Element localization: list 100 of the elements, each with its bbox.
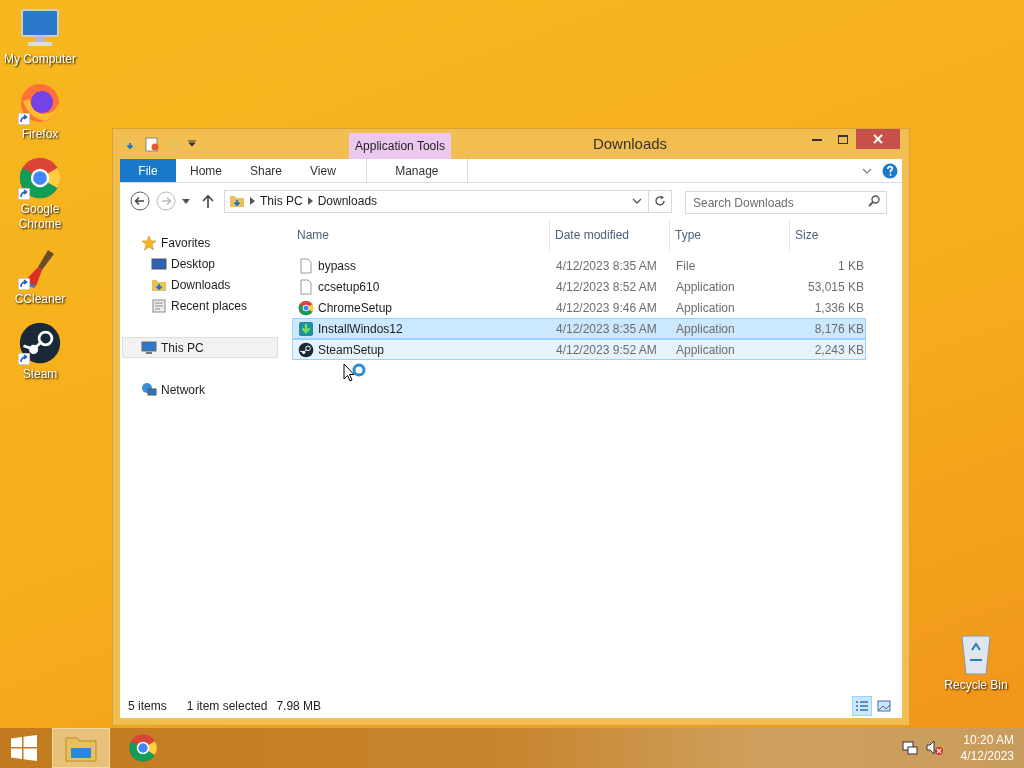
ribbon-tab[interactable]: Share: [236, 159, 297, 182]
date-cell-text: 4/12/2023 9:52 AM: [555, 341, 658, 359]
chrome-icon: [298, 299, 314, 316]
ribbon-tab[interactable]: Home: [176, 159, 236, 182]
date-cell-text: 4/12/2023 8:35 AM: [555, 320, 658, 338]
nav-label: Desktop: [171, 255, 216, 273]
file-row[interactable]: InstallWindos12 4/12/2023 8:35 AM Application 8,176 KB: [292, 318, 866, 339]
type-cell-text: Application: [675, 299, 736, 317]
type-cell-text: File: [675, 257, 697, 275]
download-folder-icon: [229, 193, 245, 209]
maximize-icon: [838, 134, 848, 144]
image-view-icon: [877, 700, 891, 712]
close-button[interactable]: [856, 129, 900, 149]
dropdown-icon[interactable]: [188, 140, 196, 148]
file-row[interactable]: ChromeSetup 4/12/2023 9:46 AM Application 1,336 KB: [292, 297, 866, 318]
network-icon: [141, 381, 157, 398]
nav-label: This PC: [161, 339, 204, 357]
ribbon-tab[interactable]: Manage: [365, 159, 468, 182]
folder-icon: [65, 734, 97, 762]
size-cell-text: 53,015 KB: [806, 278, 865, 296]
size-cell-text: 8,176 KB: [813, 320, 865, 338]
selection-size: 7.98 MB: [276, 698, 322, 715]
breadcrumb-arrow-icon[interactable]: [307, 197, 313, 205]
size-cell-text: 1,336 KB: [813, 299, 865, 317]
nav-label: Downloads: [171, 276, 231, 294]
file-row[interactable]: bypass 4/12/2023 8:35 AM File 1 KB: [292, 255, 866, 276]
steam-icon: [298, 341, 314, 358]
file-name: SteamSetup: [318, 341, 385, 359]
size-cell-text: 2,243 KB: [813, 341, 865, 359]
shortcut-arrow-icon: [18, 278, 30, 290]
nav-item[interactable]: This PC: [122, 337, 278, 358]
type-cell-text: Application: [675, 278, 736, 296]
dropdown-icon[interactable]: [182, 198, 190, 204]
breadcrumb[interactable]: This PC: [260, 192, 303, 210]
nav-item[interactable]: Downloads: [122, 274, 278, 295]
view-button[interactable]: [852, 696, 872, 716]
network-icon[interactable]: [902, 740, 918, 756]
file-name: ChromeSetup: [318, 299, 393, 317]
file-name: InstallWindos12: [318, 320, 403, 338]
column-header[interactable]: Date modified: [550, 219, 670, 251]
recycle-bin-icon: [958, 632, 994, 676]
nav-item[interactable]: Favorites: [122, 232, 278, 253]
shortcut-arrow-icon: [18, 113, 30, 125]
taskbar-app[interactable]: [52, 728, 110, 768]
refresh-icon[interactable]: [654, 195, 666, 207]
download-arrow-icon: [298, 320, 314, 337]
column-header[interactable]: Name: [292, 219, 550, 251]
chevron-down-icon[interactable]: [862, 167, 872, 174]
folder-icon: [122, 136, 138, 152]
desktop-icon: [151, 255, 167, 272]
breadcrumb-arrow-icon[interactable]: [250, 197, 255, 205]
shortcut-arrow-icon: [18, 353, 30, 365]
file-row[interactable]: SteamSetup 4/12/2023 9:52 AM Application 2,243 KB: [292, 339, 866, 360]
search-icon: [868, 194, 880, 207]
column-header[interactable]: Size: [790, 219, 866, 251]
recent-places-icon: [151, 297, 167, 314]
busy-cursor-icon: [343, 363, 367, 385]
windows-logo-icon: [11, 735, 37, 761]
blank-file-icon: [298, 278, 314, 295]
chevron-down-icon[interactable]: [632, 198, 642, 204]
address-bar[interactable]: This PC Downloads: [224, 189, 672, 213]
nav-label: Recent places: [171, 297, 248, 315]
search-field[interactable]: Search Downloads: [685, 191, 887, 214]
selection-status: 1 item selected: [186, 698, 268, 715]
breadcrumb[interactable]: Downloads: [317, 192, 378, 210]
minimize-icon: [812, 137, 822, 141]
type-cell-text: Application: [675, 341, 736, 359]
context-tab-header: Application Tools: [349, 133, 451, 159]
chrome-icon: [128, 733, 158, 763]
ribbon-tab[interactable]: File: [120, 159, 176, 182]
help-icon[interactable]: [882, 162, 898, 179]
back-icon[interactable]: [130, 191, 150, 211]
window-title: Downloads: [591, 133, 669, 154]
steam-icon: [18, 321, 62, 365]
date-cell-text: 4/12/2023 8:52 AM: [555, 278, 658, 296]
item-count: 5 items: [128, 698, 167, 715]
up-arrow-icon[interactable]: [202, 194, 214, 208]
shortcut-arrow-icon: [18, 188, 30, 200]
date-cell-text: 4/12/2023 9:46 AM: [555, 299, 658, 317]
nav-label: Favorites: [161, 234, 211, 252]
star-icon: [141, 234, 157, 251]
file-row[interactable]: ccsetup610 4/12/2023 8:52 AM Application 53,015 KB: [292, 276, 866, 297]
nav-item[interactable]: Desktop: [122, 253, 278, 274]
file-name: bypass: [318, 257, 357, 275]
fox-globe-icon: [18, 81, 62, 125]
column-header[interactable]: Type: [670, 219, 790, 251]
details-view-icon: [855, 700, 869, 712]
computer-icon: [141, 339, 157, 356]
date-cell-text: 4/12/2023 8:35 AM: [555, 257, 658, 275]
file-name: ccsetup610: [318, 278, 380, 296]
chrome-icon: [18, 156, 62, 200]
nav-item[interactable]: Recent places: [122, 295, 278, 316]
nav-item[interactable]: Network: [122, 379, 278, 400]
ribbon-tab[interactable]: View: [296, 159, 350, 182]
nav-label: Network: [161, 381, 205, 399]
close-icon: [873, 134, 883, 144]
size-cell-text: 1 KB: [837, 257, 865, 275]
properties-icon[interactable]: [144, 136, 160, 152]
muted-speaker-icon[interactable]: [926, 740, 944, 756]
blank-file-icon: [298, 257, 314, 274]
